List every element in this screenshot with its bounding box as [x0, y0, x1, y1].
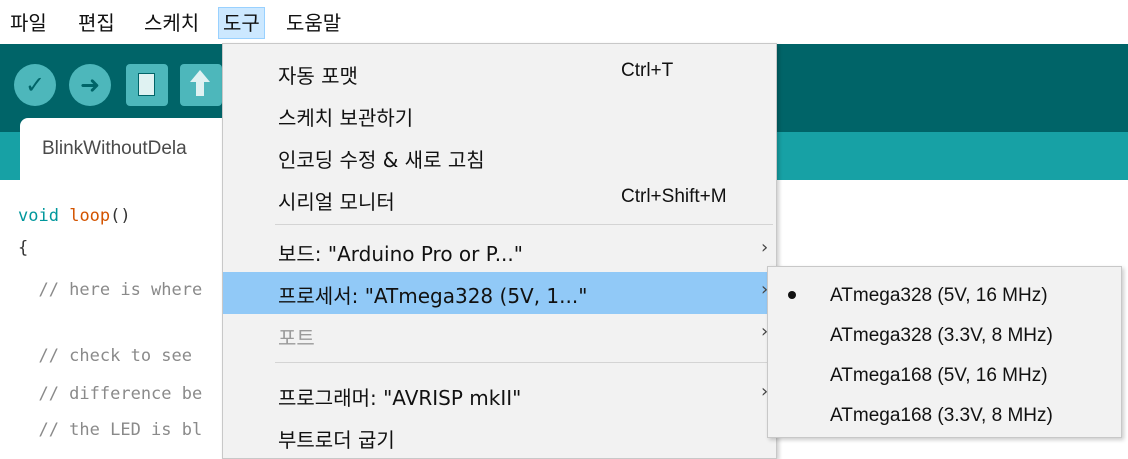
menu-item-burn-bootloader[interactable]: 부트로더 굽기 — [223, 416, 776, 458]
menu-item-fix-encoding[interactable]: 인코딩 수정 & 새로 고침 — [223, 136, 776, 178]
chevron-right-icon: › — [761, 237, 769, 258]
menu-item-port[interactable]: 포트 › — [223, 314, 776, 356]
upload-arrow-icon — [190, 70, 210, 82]
menu-item-processor[interactable]: 프로세서: "ATmega328 (5V, 1..." › — [223, 272, 776, 314]
menu-item-archive-sketch[interactable]: 스케치 보관하기 — [223, 94, 776, 136]
submenu-item-atmega168-5v[interactable]: ATmega168 (5V, 16 MHz) — [768, 355, 1121, 397]
menu-help[interactable]: 도움말 — [282, 8, 345, 38]
new-document-icon — [138, 73, 155, 96]
menu-separator — [275, 224, 773, 225]
menu-file[interactable]: 파일 — [6, 8, 51, 38]
menu-separator — [275, 362, 773, 363]
upload-button[interactable]: ➜ — [69, 64, 111, 106]
menu-bar: 파일 편집 스케치 도구 도움말 — [0, 0, 1128, 42]
code-line: // check to see — [18, 346, 192, 366]
menu-edit[interactable]: 편집 — [74, 8, 119, 38]
processor-submenu: ATmega328 (5V, 16 MHz) ATmega328 (3.3V, … — [767, 266, 1122, 438]
submenu-item-atmega168-3v3[interactable]: ATmega168 (3.3V, 8 MHz) — [768, 395, 1121, 437]
menu-item-serial-monitor[interactable]: 시리얼 모니터 Ctrl+Shift+M — [223, 178, 776, 220]
code-line: // difference be — [18, 384, 203, 404]
menu-item-board[interactable]: 보드: "Arduino Pro or P..." › — [223, 230, 776, 272]
code-line: void loop() — [18, 206, 131, 226]
code-line: // here is where — [18, 280, 203, 300]
tools-menu: 자동 포맷 Ctrl+T 스케치 보관하기 인코딩 수정 & 새로 고침 시리얼… — [222, 43, 777, 459]
submenu-item-atmega328-3v3[interactable]: ATmega328 (3.3V, 8 MHz) — [768, 315, 1121, 357]
checkmark-icon: ✓ — [24, 71, 46, 99]
menu-tools[interactable]: 도구 — [218, 7, 265, 39]
submenu-item-atmega328-5v[interactable]: ATmega328 (5V, 16 MHz) — [768, 275, 1121, 317]
open-button[interactable] — [180, 64, 222, 106]
menu-item-auto-format[interactable]: 자동 포맷 Ctrl+T — [223, 52, 776, 94]
code-line: // the LED is bl — [18, 420, 203, 440]
new-button[interactable] — [126, 64, 168, 106]
code-line: { — [18, 238, 29, 258]
selected-bullet-icon — [788, 291, 796, 299]
menu-item-programmer[interactable]: 프로그래머: "AVRISP mkII" › — [223, 374, 776, 416]
verify-button[interactable]: ✓ — [14, 64, 56, 106]
menu-sketch[interactable]: 스케치 — [140, 8, 203, 38]
sketch-tab-label: BlinkWithoutDela — [42, 138, 187, 159]
arrow-right-icon: ➜ — [79, 71, 101, 99]
sketch-tab[interactable]: BlinkWithoutDela — [20, 118, 250, 180]
